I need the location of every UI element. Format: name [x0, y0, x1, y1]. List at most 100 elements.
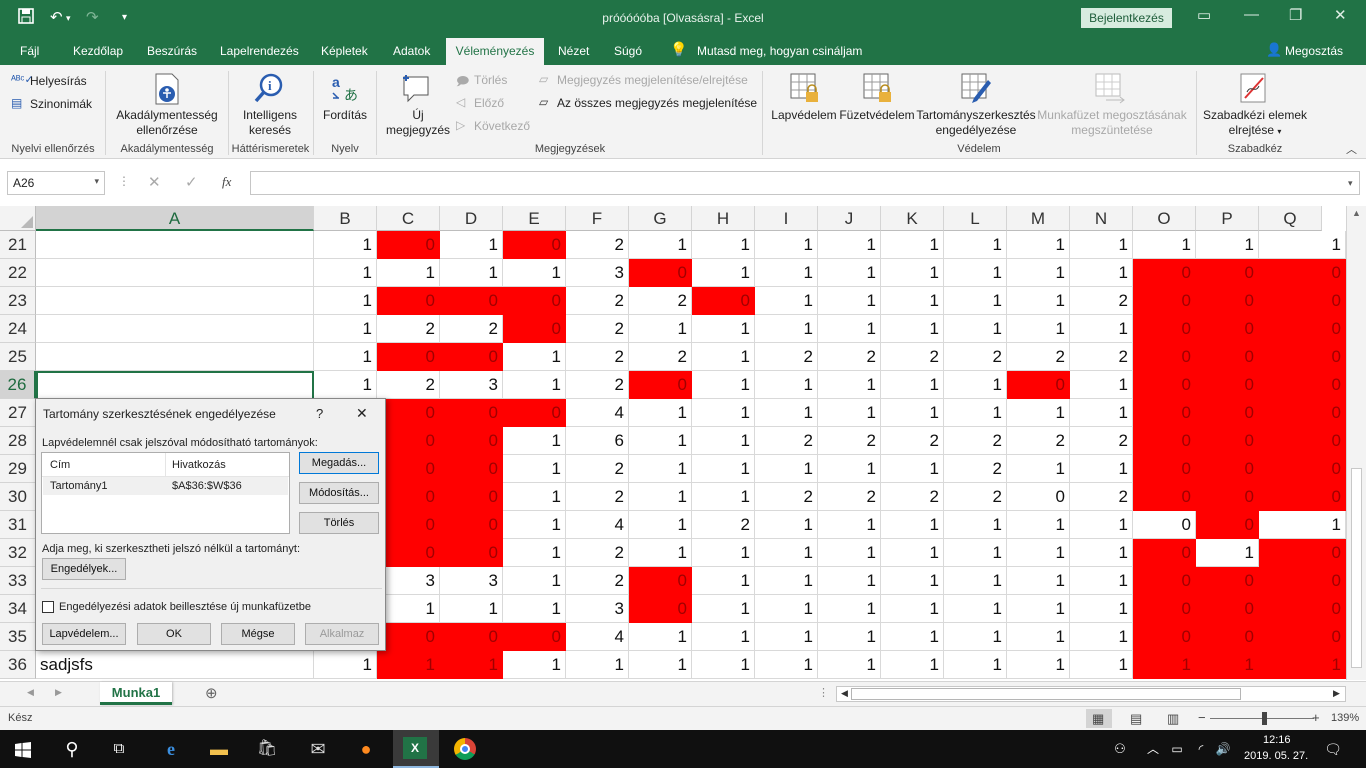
cell-m[interactable]: 1 [1007, 595, 1070, 623]
cell-k[interactable]: 2 [881, 427, 944, 455]
cell-d[interactable]: 0 [440, 427, 503, 455]
vertical-scroll-thumb[interactable] [1351, 468, 1362, 668]
chrome-icon[interactable] [454, 738, 476, 760]
cell-n[interactable]: 1 [1070, 455, 1133, 483]
cell-q[interactable]: 1 [1259, 231, 1346, 259]
page-layout-view-icon[interactable]: ▤ [1130, 711, 1142, 727]
cell-n[interactable]: 2 [1070, 427, 1133, 455]
clock-time[interactable]: 12:16 [1263, 734, 1291, 746]
cell-q[interactable]: 0 [1259, 539, 1346, 567]
cell-a[interactable] [36, 343, 314, 371]
cell-l[interactable]: 1 [944, 539, 1007, 567]
show-all-comments-button[interactable]: Az összes megjegyzés megjelenítése [557, 96, 757, 111]
cell-o[interactable]: 0 [1133, 483, 1196, 511]
column-header-q[interactable]: Q [1259, 206, 1322, 231]
column-header-i[interactable]: I [755, 206, 818, 231]
cell-e[interactable]: 1 [503, 343, 566, 371]
cell-d[interactable]: 2 [440, 315, 503, 343]
cell-c[interactable]: 0 [377, 623, 440, 651]
name-box[interactable]: A26 ▾ [7, 171, 105, 195]
tab-review[interactable]: Véleményezés [446, 38, 544, 65]
horizontal-scrollbar[interactable]: ◀ ▶ [836, 686, 1346, 702]
cell-m[interactable]: 1 [1007, 315, 1070, 343]
cell-l[interactable]: 1 [944, 399, 1007, 427]
cell-j[interactable]: 1 [818, 455, 881, 483]
row-header[interactable]: 34 [0, 595, 36, 623]
tab-data[interactable]: Adatok [393, 44, 430, 58]
cell-h[interactable]: 1 [692, 651, 755, 679]
cell-n[interactable]: 1 [1070, 567, 1133, 595]
cell-b[interactable]: 1 [314, 231, 377, 259]
cell-n[interactable]: 2 [1070, 343, 1133, 371]
cell-k[interactable]: 1 [881, 623, 944, 651]
row-header[interactable]: 28 [0, 427, 36, 455]
cell-f[interactable]: 1 [566, 651, 629, 679]
cell-k[interactable]: 1 [881, 231, 944, 259]
cell-p[interactable]: 0 [1196, 455, 1259, 483]
cell-e[interactable]: 0 [503, 315, 566, 343]
cell-i[interactable]: 1 [755, 455, 818, 483]
cell-f[interactable]: 4 [566, 623, 629, 651]
new-range-button[interactable]: Megadás... [299, 452, 379, 474]
cell-i[interactable]: 1 [755, 539, 818, 567]
ok-button[interactable]: OK [137, 623, 211, 645]
cell-k[interactable]: 1 [881, 539, 944, 567]
tab-help[interactable]: Súgó [614, 44, 642, 58]
cell-n[interactable]: 1 [1070, 231, 1133, 259]
paste-permissions-checkbox[interactable] [42, 601, 54, 613]
cell-l[interactable]: 2 [944, 455, 1007, 483]
cell-q[interactable]: 0 [1259, 483, 1346, 511]
cell-o[interactable]: 0 [1133, 399, 1196, 427]
cell-c[interactable]: 0 [377, 455, 440, 483]
cell-d[interactable]: 1 [440, 259, 503, 287]
excel-taskbar-button[interactable]: X [393, 730, 439, 768]
cell-h[interactable]: 1 [692, 539, 755, 567]
zoom-slider-thumb[interactable] [1262, 712, 1267, 725]
cell-l[interactable]: 1 [944, 595, 1007, 623]
cell-c[interactable]: 0 [377, 287, 440, 315]
translate-button[interactable]: Fordítás [316, 108, 374, 123]
cell-h[interactable]: 1 [692, 595, 755, 623]
cell-p[interactable]: 0 [1196, 623, 1259, 651]
cell-i[interactable]: 1 [755, 651, 818, 679]
tab-page-layout[interactable]: Lapelrendezés [220, 44, 299, 58]
cell-n[interactable]: 2 [1070, 287, 1133, 315]
row-header[interactable]: 32 [0, 539, 36, 567]
cell-h[interactable]: 1 [692, 371, 755, 399]
cell-h[interactable]: 2 [692, 511, 755, 539]
dialog-close-icon[interactable]: ✕ [356, 405, 368, 422]
delete-range-button[interactable]: Törlés [299, 512, 379, 534]
cell-c[interactable]: 1 [377, 595, 440, 623]
cell-o[interactable]: 0 [1133, 567, 1196, 595]
cell-l[interactable]: 1 [944, 623, 1007, 651]
cell-g[interactable]: 1 [629, 455, 692, 483]
cell-m[interactable]: 1 [1007, 623, 1070, 651]
cell-f[interactable]: 2 [566, 567, 629, 595]
cell-p[interactable]: 0 [1196, 343, 1259, 371]
cell-h[interactable]: 1 [692, 231, 755, 259]
cell-p[interactable]: 0 [1196, 315, 1259, 343]
zoom-out-icon[interactable]: − [1198, 710, 1206, 725]
cell-q[interactable]: 1 [1259, 651, 1346, 679]
cell-p[interactable]: 1 [1196, 539, 1259, 567]
cell-l[interactable]: 1 [944, 259, 1007, 287]
cell-m[interactable]: 0 [1007, 483, 1070, 511]
hide-ink-button[interactable]: Szabadkézi elemek elrejtése ▾ [1199, 108, 1311, 139]
cell-d[interactable]: 1 [440, 231, 503, 259]
formula-input[interactable] [250, 171, 1360, 195]
cell-j[interactable]: 1 [818, 371, 881, 399]
cell-e[interactable]: 0 [503, 623, 566, 651]
cell-j[interactable]: 1 [818, 399, 881, 427]
column-header-k[interactable]: K [881, 206, 944, 231]
cell-j[interactable]: 1 [818, 595, 881, 623]
cell-g[interactable]: 2 [629, 287, 692, 315]
cell-h[interactable]: 1 [692, 259, 755, 287]
cell-q[interactable]: 0 [1259, 595, 1346, 623]
tab-insert[interactable]: Beszúrás [147, 44, 197, 58]
search-icon[interactable]: ⚲ [59, 736, 85, 762]
cell-m[interactable]: 1 [1007, 259, 1070, 287]
cell-j[interactable]: 1 [818, 287, 881, 315]
cell-f[interactable]: 2 [566, 287, 629, 315]
cell-e[interactable]: 1 [503, 651, 566, 679]
name-box-dropdown-icon[interactable]: ▾ [94, 176, 99, 187]
